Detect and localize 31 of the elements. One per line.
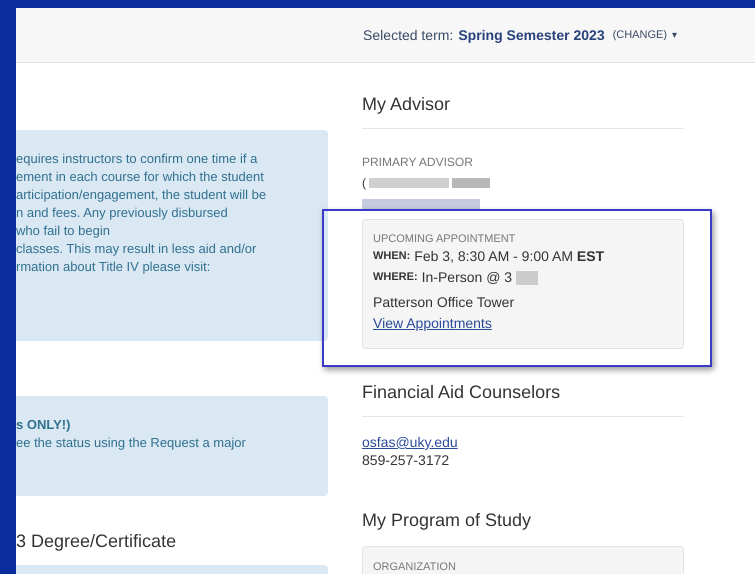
notice-text: ement in each course for which the student <box>16 168 264 186</box>
change-link[interactable]: (CHANGE) <box>612 26 667 44</box>
term-label: Selected term: <box>363 26 454 44</box>
redacted-block <box>516 271 538 285</box>
advisor-label: PRIMARY ADVISOR <box>362 154 474 171</box>
notice-text: rmation about Title IV please visit: <box>16 258 210 276</box>
advisor-name: ( <box>362 175 366 192</box>
section-heading: 3 Degree/Certificate <box>16 530 178 553</box>
section-heading: Financial Aid Counselors <box>362 379 684 417</box>
notice-text: who fail to begin <box>16 222 110 240</box>
redacted-block <box>452 178 490 188</box>
notice-text: articipation/engagement, the student will be <box>16 186 266 204</box>
when-label: WHEN: <box>373 249 410 264</box>
organization-label: ORGANIZATION <box>373 560 457 574</box>
caret-icon[interactable]: ▾ <box>672 28 677 42</box>
where-value: In-Person @ 3 <box>422 268 512 287</box>
phone-number: 859-257-3172 <box>362 451 450 469</box>
where-value: Patterson Office Tower <box>373 293 516 312</box>
section-heading: My Program of Study <box>362 509 532 532</box>
notice-title: s ONLY!) <box>16 416 72 434</box>
notice-text: equires instructors to confirm one time if a <box>16 150 258 168</box>
view-appointments-link[interactable]: View Appointments <box>373 315 492 331</box>
term-value: Spring Semester 2023 <box>458 26 605 45</box>
when-value: Feb 3, 8:30 AM - 9:00 AM EST <box>414 247 604 266</box>
email-link[interactable]: osfas@uky.edu <box>362 433 458 451</box>
appointment-label: UPCOMING APPOINTMENT <box>373 232 516 246</box>
notice-text: classes. This may result in less aid and/or <box>16 240 256 258</box>
where-label: WHERE: <box>373 270 418 285</box>
section-heading: My Advisor <box>362 91 684 129</box>
notice-text: ee the status using the Request a major <box>16 434 247 452</box>
notice-text: n and fees. Any previously disbursed <box>16 204 228 222</box>
